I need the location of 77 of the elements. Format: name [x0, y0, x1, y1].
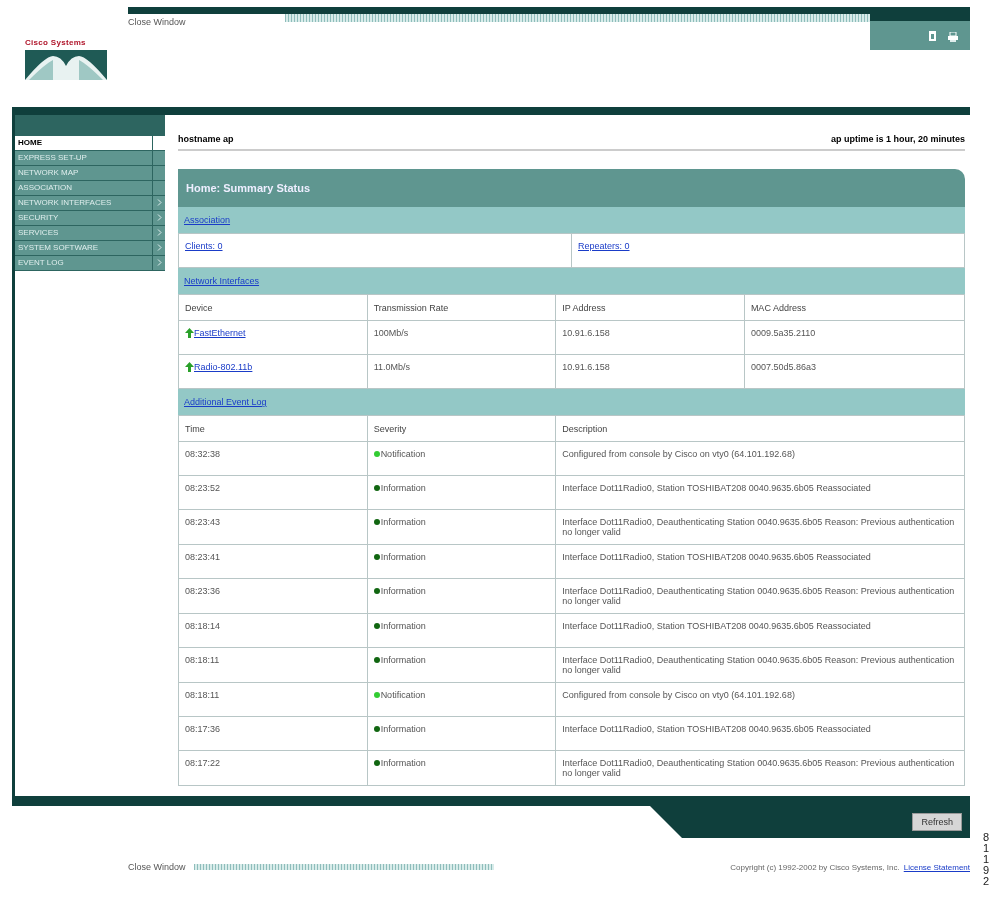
table-cell: Interface Dot11Radio0, Station TOSHIBAT208 0040.9635.6b05 Reassociated: [555, 613, 965, 648]
table-cell: Interface Dot11Radio0, Deauthenticating Station 0040.9635.6b05 Reason: Previous authentication no longer valid: [555, 509, 965, 545]
figure-number: 81192: [983, 832, 991, 887]
column-header: Device: [178, 294, 368, 321]
table-cell: 08:18:14: [178, 613, 368, 648]
chevron-icon: [156, 259, 162, 266]
sidebar-item[interactable]: HOME: [15, 136, 165, 151]
close-window-link[interactable]: Close Window: [128, 14, 285, 27]
hostname-text: hostname ap: [178, 134, 234, 144]
table-cell: Interface Dot11Radio0, Deauthenticating Station 0040.9635.6b05 Reason: Previous authentication no longer valid: [555, 578, 965, 614]
chevron-icon: [156, 214, 162, 221]
copyright-text: Copyright (c) 1992-2002 by Cisco Systems, Inc.: [730, 862, 900, 872]
chevron-icon: [156, 244, 162, 251]
table-cell: Interface Dot11Radio0, Deauthenticating Station 0040.9635.6b05 Reason: Previous authentication no longer valid: [555, 750, 965, 786]
severity-text: Notification: [380, 690, 426, 700]
license-link[interactable]: License Statement: [903, 862, 970, 872]
event-log-link[interactable]: Additional Event Log: [184, 397, 267, 407]
table-cell: 08:23:43: [178, 509, 368, 545]
table-cell: 0007.50d5.86a3: [744, 354, 965, 389]
chevron-icon: [156, 199, 162, 206]
table-cell: 11.0Mb/s: [367, 354, 556, 389]
printer-icon[interactable]: [948, 32, 958, 42]
sidebar-item[interactable]: ASSOCIATION: [15, 181, 165, 196]
severity-text: Notification: [380, 449, 426, 459]
uptime-text: ap uptime is 1 hour, 20 minutes: [830, 134, 965, 144]
column-header: MAC Address: [744, 294, 965, 321]
table-cell: 100Mb/s: [367, 320, 556, 355]
table-cell: Interface Dot11Radio0, Station TOSHIBAT208 0040.9635.6b05 Reassociated: [555, 716, 965, 751]
table-cell: 10.91.6.158: [555, 354, 745, 389]
device-link[interactable]: FastEthernet: [194, 328, 246, 338]
table-cell: 08:23:36: [178, 578, 368, 614]
count-link[interactable]: Clients: 0: [185, 241, 223, 251]
severity-text: Information: [380, 621, 426, 631]
page-icon[interactable]: [928, 31, 938, 42]
table-cell: Interface Dot11Radio0, Station TOSHIBAT208 0040.9635.6b05 Reassociated: [555, 475, 965, 510]
refresh-button[interactable]: Refresh: [912, 813, 962, 831]
column-header: Time: [178, 415, 368, 442]
association-link[interactable]: Association: [184, 215, 231, 225]
table-cell: Interface Dot11Radio0, Station TOSHIBAT208 0040.9635.6b05 Reassociated: [555, 544, 965, 579]
column-header: Transmission Rate: [367, 294, 556, 321]
severity-text: Information: [380, 517, 426, 527]
severity-text: Information: [380, 758, 426, 768]
sidebar-item[interactable]: SECURITY: [15, 211, 165, 226]
table-cell: 08:17:36: [178, 716, 368, 751]
table-cell: 08:18:11: [178, 647, 368, 683]
severity-text: Information: [380, 552, 426, 562]
table-cell: Interface Dot11Radio0, Deauthenticating Station 0040.9635.6b05 Reason: Previous authentication no longer valid: [555, 647, 965, 683]
sidebar-item[interactable]: SYSTEM SOFTWARE: [15, 241, 165, 256]
column-header: Description: [555, 415, 965, 442]
sidebar-item[interactable]: NETWORK MAP: [15, 166, 165, 181]
severity-text: Information: [380, 655, 426, 665]
column-header: IP Address: [555, 294, 745, 321]
sidebar-item[interactable]: SERVICES: [15, 226, 165, 241]
count-link[interactable]: Repeaters: 0: [578, 241, 630, 251]
table-cell: Configured from console by Cisco on vty0 (64.101.192.68): [555, 441, 965, 476]
column-header: Severity: [367, 415, 556, 442]
brand-name: Cisco Systems: [25, 38, 87, 47]
severity-text: Information: [380, 483, 426, 493]
table-cell: 0009.5a35.2110: [744, 320, 965, 355]
panel-title: Home: Summary Status: [178, 169, 965, 207]
table-cell: Configured from console by Cisco on vty0 (64.101.192.68): [555, 682, 965, 717]
table-cell: 10.91.6.158: [555, 320, 745, 355]
interfaces-link[interactable]: Network Interfaces: [184, 276, 260, 286]
device-link[interactable]: Radio-802.11b: [194, 362, 253, 372]
severity-text: Information: [380, 586, 426, 596]
close-window-link[interactable]: Close Window: [128, 862, 186, 872]
table-cell: 08:23:52: [178, 475, 368, 510]
table-cell: 08:23:41: [178, 544, 368, 579]
table-cell: 08:18:11: [178, 682, 368, 717]
sidebar-item[interactable]: EXPRESS SET-UP: [15, 151, 165, 166]
sidebar-item[interactable]: EVENT LOG: [15, 256, 165, 271]
chevron-icon: [156, 229, 162, 236]
table-cell: 08:32:38: [178, 441, 368, 476]
table-cell: 08:17:22: [178, 750, 368, 786]
bridge-logo-icon: [25, 50, 107, 80]
sidebar-item[interactable]: NETWORK INTERFACES: [15, 196, 165, 211]
severity-text: Information: [380, 724, 426, 734]
